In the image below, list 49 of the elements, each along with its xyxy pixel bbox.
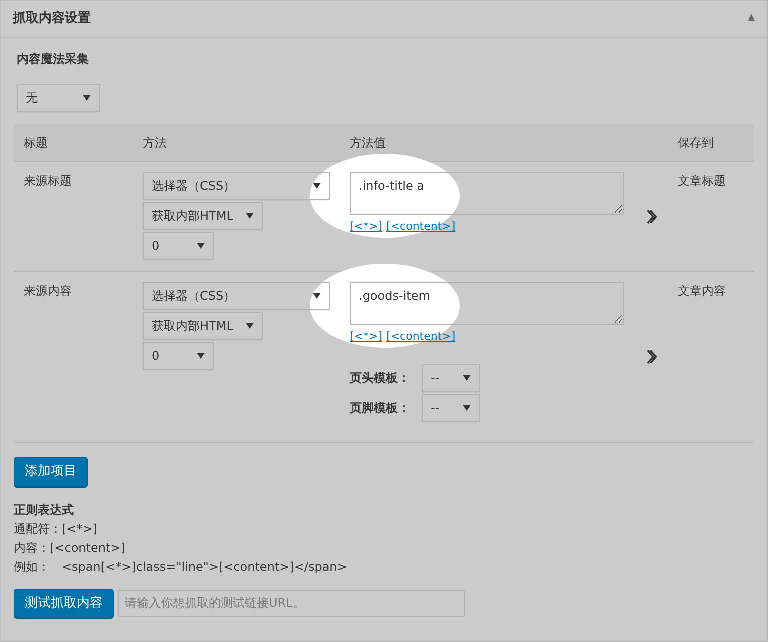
help-value: <span[<*>]class="line">[<content>]</span> — [62, 558, 348, 576]
collapse-toggle[interactable]: ▲ — [748, 12, 755, 26]
help-value: [<content>] — [50, 540, 126, 556]
caret-icon — [246, 323, 254, 329]
selector-textarea[interactable]: .goods-item — [350, 282, 624, 325]
help-value: [<*>] — [62, 520, 98, 538]
row-title: 来源内容 — [24, 284, 72, 298]
caret-icon — [197, 353, 205, 359]
column-header: 保存到 — [677, 135, 715, 152]
select-field[interactable]: 获取内部HTML — [143, 202, 263, 230]
caret-icon — [246, 213, 254, 219]
select-field[interactable]: 获取内部HTML — [143, 312, 263, 340]
url-field[interactable]: 请输入你想抓取的测试链接URL。 — [118, 590, 465, 617]
select-field[interactable]: 0 — [143, 232, 214, 260]
template-label: 页头模板： — [350, 370, 411, 386]
caret-icon — [463, 374, 471, 380]
help-label: 例如： — [14, 558, 50, 576]
add-item-button[interactable]: 添加项目 — [14, 457, 88, 486]
column-header: 方法值 — [349, 135, 387, 152]
section-label: 内容魔法采集 — [17, 51, 90, 68]
caret-icon — [313, 183, 321, 189]
token-link[interactable]: [<*>] — [350, 219, 383, 236]
save-target: 文章内容 — [678, 284, 726, 298]
select-field[interactable]: 无 — [17, 84, 100, 112]
chevron-icon[interactable] — [646, 348, 658, 366]
select-field[interactable]: 选择器（CSS） — [143, 172, 330, 200]
save-target: 文章标题 — [678, 174, 726, 188]
caret-icon — [463, 404, 471, 410]
token-link[interactable]: [<content>] — [386, 329, 456, 346]
select-field[interactable]: -- — [422, 364, 480, 392]
token-link[interactable]: [<*>] — [350, 329, 383, 346]
caret-icon — [83, 95, 91, 101]
column-header: 方法 — [142, 135, 168, 152]
test-button[interactable]: 测试抓取内容 — [14, 588, 114, 618]
select-field[interactable]: -- — [422, 394, 480, 422]
regex-title: 正则表达式 — [14, 502, 75, 518]
panel-title: 抓取内容设置 — [13, 10, 91, 28]
selector-textarea[interactable]: .info-title a — [350, 172, 624, 215]
chevron-icon[interactable] — [646, 208, 658, 226]
column-header: 标题 — [23, 135, 49, 152]
select-field[interactable]: 0 — [143, 342, 214, 370]
help-label: 内容： — [14, 540, 50, 556]
caret-icon — [197, 243, 205, 249]
token-link[interactable]: [<content>] — [386, 219, 456, 236]
caret-icon — [313, 293, 321, 299]
help-label: 通配符： — [14, 520, 62, 538]
template-label: 页脚模板： — [350, 400, 411, 416]
select-field[interactable]: 选择器（CSS） — [143, 282, 330, 310]
row-title: 来源标题 — [24, 174, 72, 188]
